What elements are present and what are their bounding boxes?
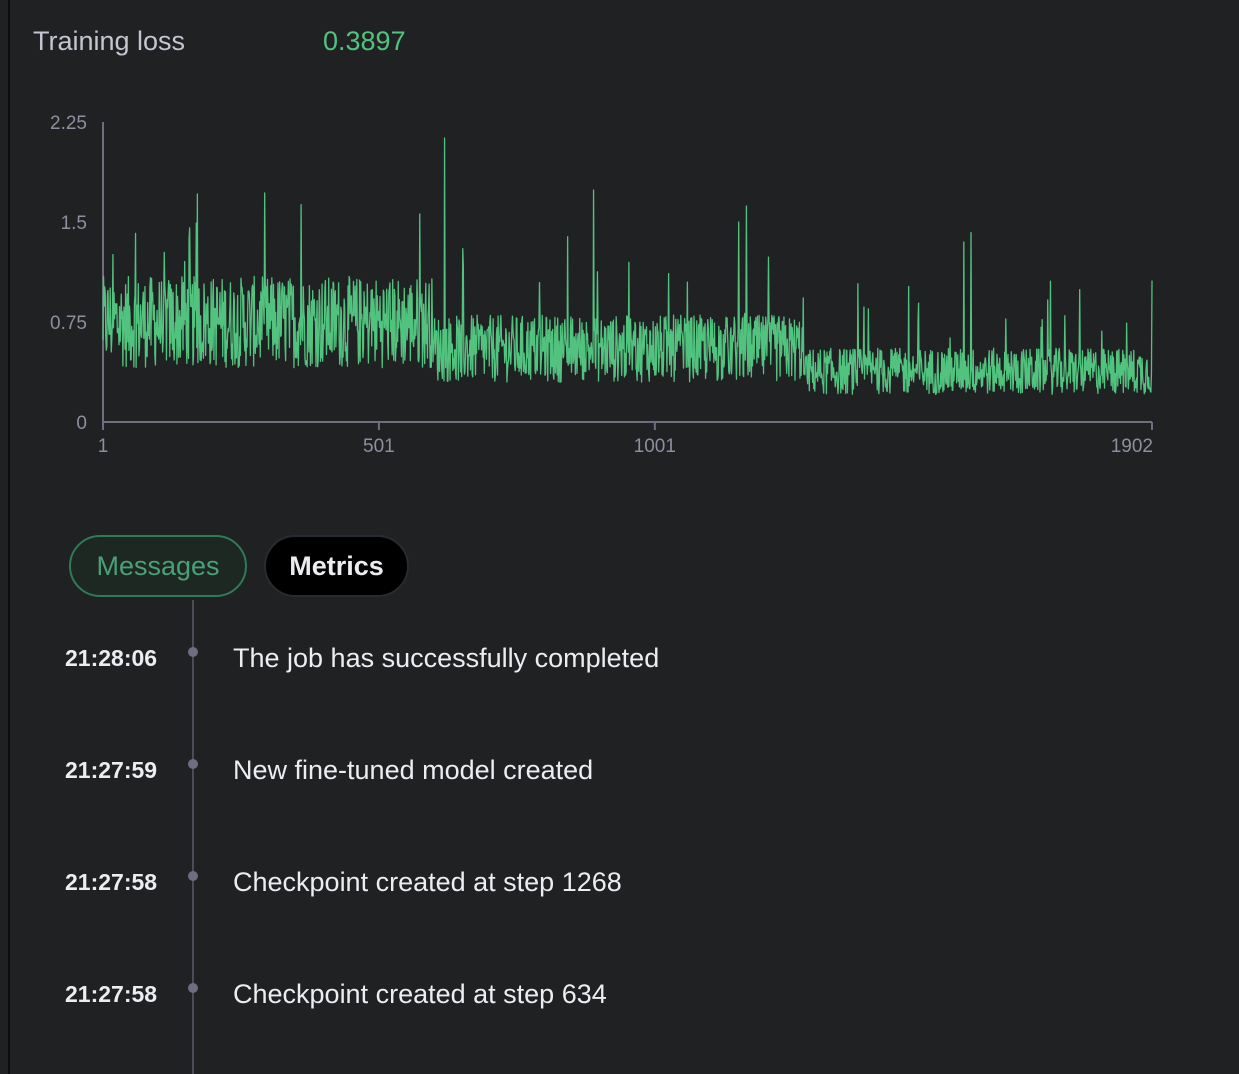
y-tick-label: 2.25 bbox=[50, 113, 87, 134]
timeline-dot bbox=[188, 983, 198, 993]
message-text: Checkpoint created at step 1268 bbox=[233, 867, 622, 897]
timeline-dot bbox=[188, 759, 198, 769]
message-time: 21:27:59 bbox=[65, 757, 158, 783]
message-text: New fine-tuned model created bbox=[233, 755, 594, 785]
training-loss-label: Training loss bbox=[33, 26, 186, 56]
training-loss-value: 0.3897 bbox=[323, 26, 406, 56]
message-time: 21:27:58 bbox=[65, 981, 158, 1007]
tab-messages[interactable]: Messages bbox=[69, 535, 247, 597]
x-tick-label: 1 bbox=[98, 436, 109, 457]
message-time: 21:28:06 bbox=[65, 645, 158, 671]
y-tick-label: 1.5 bbox=[61, 213, 87, 234]
training-loss-chart: 0 0.75 1.5 2.25 1 501 1001 1902 bbox=[50, 113, 1153, 457]
tab-metrics[interactable]: Metrics bbox=[264, 535, 409, 597]
timeline-dot bbox=[188, 871, 198, 881]
y-tick-label: 0.75 bbox=[50, 313, 87, 334]
x-tick-label: 1001 bbox=[634, 436, 676, 457]
loss-series-line bbox=[102, 137, 1153, 396]
message-text: Checkpoint created at step 634 bbox=[233, 979, 607, 1009]
x-tick-label: 1902 bbox=[1111, 436, 1153, 457]
timeline-dot bbox=[188, 647, 198, 657]
y-tick-label: 0 bbox=[76, 413, 87, 434]
timeline-line bbox=[192, 600, 194, 1074]
tab-bar: Messages Metrics bbox=[69, 535, 409, 597]
message-text: The job has successfully completed bbox=[233, 643, 660, 673]
x-tick-label: 501 bbox=[363, 436, 395, 457]
message-time: 21:27:58 bbox=[65, 869, 158, 895]
